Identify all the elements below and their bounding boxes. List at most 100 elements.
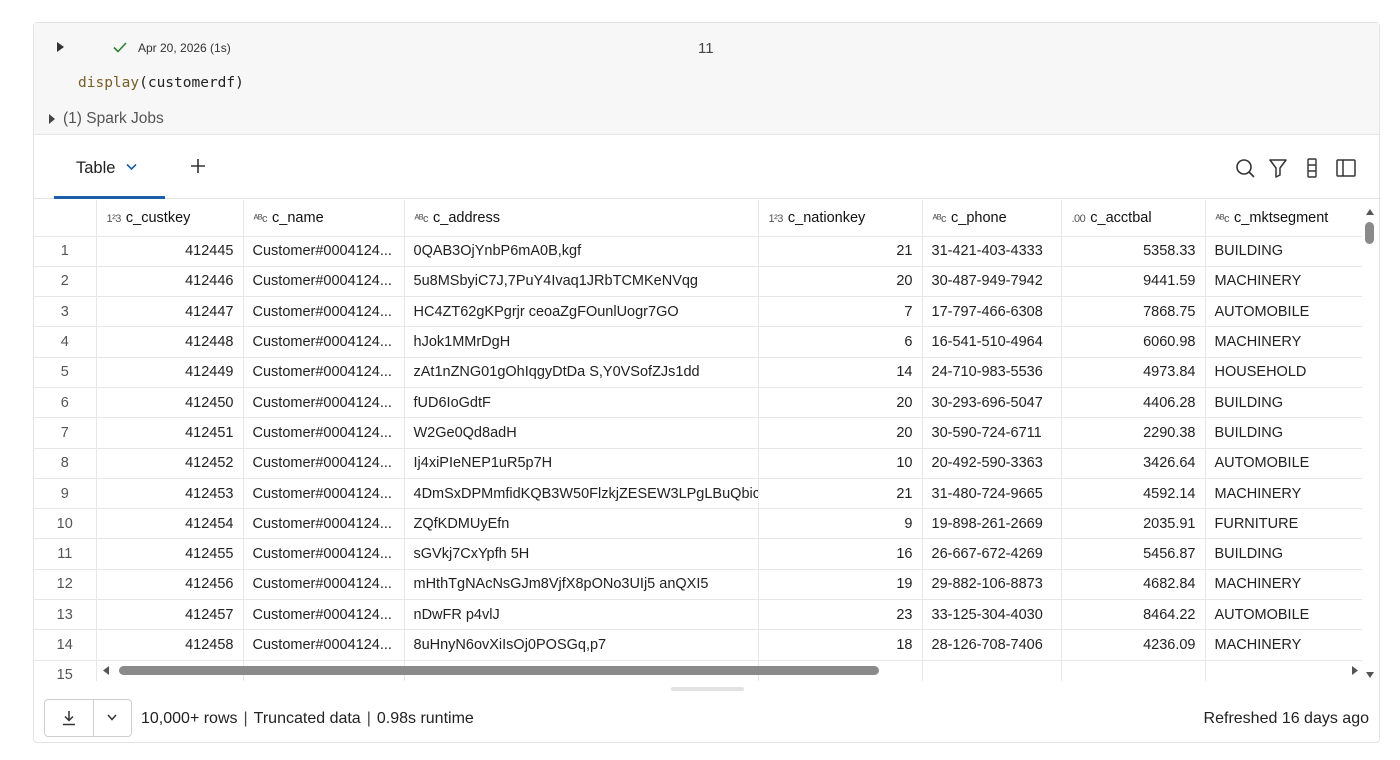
table-cell[interactable]: Customer#0004124...: [243, 296, 405, 328]
column-header[interactable]: 1²3 c_custkey: [96, 200, 244, 237]
table-cell[interactable]: MACHINERY: [1205, 629, 1362, 661]
table-cell[interactable]: 2035.91: [1061, 508, 1206, 540]
table-cell[interactable]: 10: [758, 448, 923, 479]
table-cell[interactable]: 33-125-304-4030: [922, 599, 1062, 631]
filter-icon[interactable]: [1267, 157, 1289, 179]
table-cell[interactable]: 412447: [96, 296, 244, 328]
table-cell[interactable]: 412453: [96, 478, 244, 510]
table-cell[interactable]: MACHINERY: [1205, 326, 1362, 358]
table-cell[interactable]: mHthTgNAcNsGJm8VjfX8pONo3UIj5 anQXI5: [404, 569, 759, 601]
resize-handle[interactable]: [671, 687, 744, 691]
table-cell[interactable]: zAt1nZNG01gOhIqgyDtDa S,Y0VSofZJs1dd: [404, 357, 759, 388]
table-row[interactable]: 3 412447 Customer#0004124... HC4ZT62gKPgrjr…: [34, 296, 1362, 328]
table-cell[interactable]: nDwFR p4vlJ: [404, 599, 759, 631]
table-cell[interactable]: 3426.64: [1061, 448, 1206, 479]
table-cell[interactable]: 19: [758, 569, 923, 601]
table-cell[interactable]: 5456.87: [1061, 538, 1206, 570]
table-row[interactable]: 1 412445 Customer#0004124... 0QAB3OjYnbP6mA…: [34, 236, 1362, 267]
table-cell[interactable]: fUD6IoGdtF: [404, 387, 759, 419]
table-cell[interactable]: 21: [758, 236, 923, 267]
table-cell[interactable]: 6060.98: [1061, 326, 1206, 358]
table-row[interactable]: 10 412454 Customer#0004124... ZQfKDMUyEfn 9 1…: [34, 508, 1362, 540]
table-cell[interactable]: hJok1MMrDgH: [404, 326, 759, 358]
search-icon[interactable]: [1234, 157, 1256, 179]
table-cell[interactable]: FURNITURE: [1205, 508, 1362, 540]
table-cell[interactable]: Customer#0004124...: [243, 326, 405, 358]
column-header[interactable]: ᴬᴮc c_phone: [922, 200, 1062, 237]
table-cell[interactable]: Customer#0004124...: [243, 448, 405, 479]
table-cell[interactable]: AUTOMOBILE: [1205, 599, 1362, 631]
table-cell[interactable]: 412448: [96, 326, 244, 358]
table-cell[interactable]: ZQfKDMUyEfn: [404, 508, 759, 540]
table-cell[interactable]: HC4ZT62gKPgrjr ceoaZgFOunlUogr7GO: [404, 296, 759, 328]
table-cell[interactable]: Customer#0004124...: [243, 478, 405, 510]
table-cell[interactable]: 18: [758, 629, 923, 661]
table-cell[interactable]: Customer#0004124...: [243, 357, 405, 388]
table-cell[interactable]: 28-126-708-7406: [922, 629, 1062, 661]
table-cell[interactable]: AUTOMOBILE: [1205, 448, 1362, 479]
table-cell[interactable]: 9441.59: [1061, 266, 1206, 298]
table-cell[interactable]: Customer#0004124...: [243, 387, 405, 419]
table-cell[interactable]: W2Ge0Qd8adH: [404, 417, 759, 449]
table-cell[interactable]: 412451: [96, 417, 244, 449]
table-cell[interactable]: 31-421-403-4333: [922, 236, 1062, 267]
table-cell[interactable]: Customer#0004124...: [243, 569, 405, 601]
table-cell[interactable]: Customer#0004124...: [243, 538, 405, 570]
table-cell[interactable]: 412457: [96, 599, 244, 631]
tab-table[interactable]: Table: [54, 136, 165, 199]
spark-jobs-toggle[interactable]: (1) Spark Jobs: [48, 110, 164, 128]
table-cell[interactable]: 20: [758, 266, 923, 298]
table-row[interactable]: 9 412453 Customer#0004124... 4DmSxDPMmfidKQ…: [34, 478, 1362, 510]
table-cell[interactable]: 30-293-696-5047: [922, 387, 1062, 419]
table-cell[interactable]: BUILDING: [1205, 417, 1362, 449]
table-cell[interactable]: 30-590-724-6711: [922, 417, 1062, 449]
table-cell[interactable]: 20-492-590-3363: [922, 448, 1062, 479]
table-cell[interactable]: 8uHnyN6ovXiIsOj0POSGq,p7: [404, 629, 759, 661]
table-row[interactable]: 14 412458 Customer#0004124... 8uHnyN6ovXiIs…: [34, 629, 1362, 661]
table-cell[interactable]: 29-882-106-8873: [922, 569, 1062, 601]
table-row[interactable]: 7 412451 Customer#0004124... W2Ge0Qd8adH 20 3…: [34, 417, 1362, 449]
table-cell[interactable]: Customer#0004124...: [243, 508, 405, 540]
table-cell[interactable]: 4973.84: [1061, 357, 1206, 388]
table-row[interactable]: 5 412449 Customer#0004124... zAt1nZNG01gOhI…: [34, 357, 1362, 388]
table-row[interactable]: 11 412455 Customer#0004124... sGVkj7CxYpfh …: [34, 538, 1362, 570]
table-cell[interactable]: 412450: [96, 387, 244, 419]
horizontal-scroll-thumb[interactable]: [119, 666, 879, 675]
table-cell[interactable]: 412458: [96, 629, 244, 661]
vertical-scrollbar[interactable]: [1363, 204, 1377, 679]
table-cell[interactable]: Customer#0004124...: [243, 599, 405, 631]
chevron-down-icon[interactable]: [126, 163, 137, 171]
column-settings-icon[interactable]: [1301, 157, 1323, 179]
table-cell[interactable]: 412445: [96, 236, 244, 267]
column-header[interactable]: ᴬᴮc c_address: [404, 200, 759, 237]
table-row[interactable]: 8 412452 Customer#0004124... Ij4xiPIeNEP1uR…: [34, 448, 1362, 479]
table-cell[interactable]: 16-541-510-4964: [922, 326, 1062, 358]
table-cell[interactable]: 412446: [96, 266, 244, 298]
column-header[interactable]: ᴬᴮc c_mktsegment: [1205, 200, 1362, 237]
scroll-left-icon[interactable]: [103, 666, 110, 675]
table-row[interactable]: 4 412448 Customer#0004124... hJok1MMrDgH 6 16…: [34, 326, 1362, 358]
table-cell[interactable]: 20: [758, 387, 923, 419]
table-cell[interactable]: 412456: [96, 569, 244, 601]
table-cell[interactable]: 31-480-724-9665: [922, 478, 1062, 510]
table-cell[interactable]: 4236.09: [1061, 629, 1206, 661]
table-cell[interactable]: Ij4xiPIeNEP1uR5p7H: [404, 448, 759, 479]
table-cell[interactable]: Customer#0004124...: [243, 629, 405, 661]
table-cell[interactable]: 5358.33: [1061, 236, 1206, 267]
code-line[interactable]: display(customerdf): [78, 75, 244, 91]
panel-toggle-icon[interactable]: [1335, 157, 1357, 179]
table-cell[interactable]: 4406.28: [1061, 387, 1206, 419]
table-row[interactable]: 13 412457 Customer#0004124... nDwFR p4vlJ 23…: [34, 599, 1362, 631]
download-button[interactable]: [45, 700, 94, 736]
table-cell[interactable]: MACHINERY: [1205, 569, 1362, 601]
table-cell[interactable]: BUILDING: [1205, 538, 1362, 570]
table-cell[interactable]: 412452: [96, 448, 244, 479]
table-cell[interactable]: 20: [758, 417, 923, 449]
table-cell[interactable]: 23: [758, 599, 923, 631]
table-cell[interactable]: Customer#0004124...: [243, 417, 405, 449]
run-cell-icon[interactable]: [52, 39, 68, 55]
table-cell[interactable]: MACHINERY: [1205, 478, 1362, 510]
column-header[interactable]: ᴬᴮc c_name: [243, 200, 405, 237]
table-cell[interactable]: 6: [758, 326, 923, 358]
column-header[interactable]: 1²3 c_nationkey: [758, 200, 923, 237]
